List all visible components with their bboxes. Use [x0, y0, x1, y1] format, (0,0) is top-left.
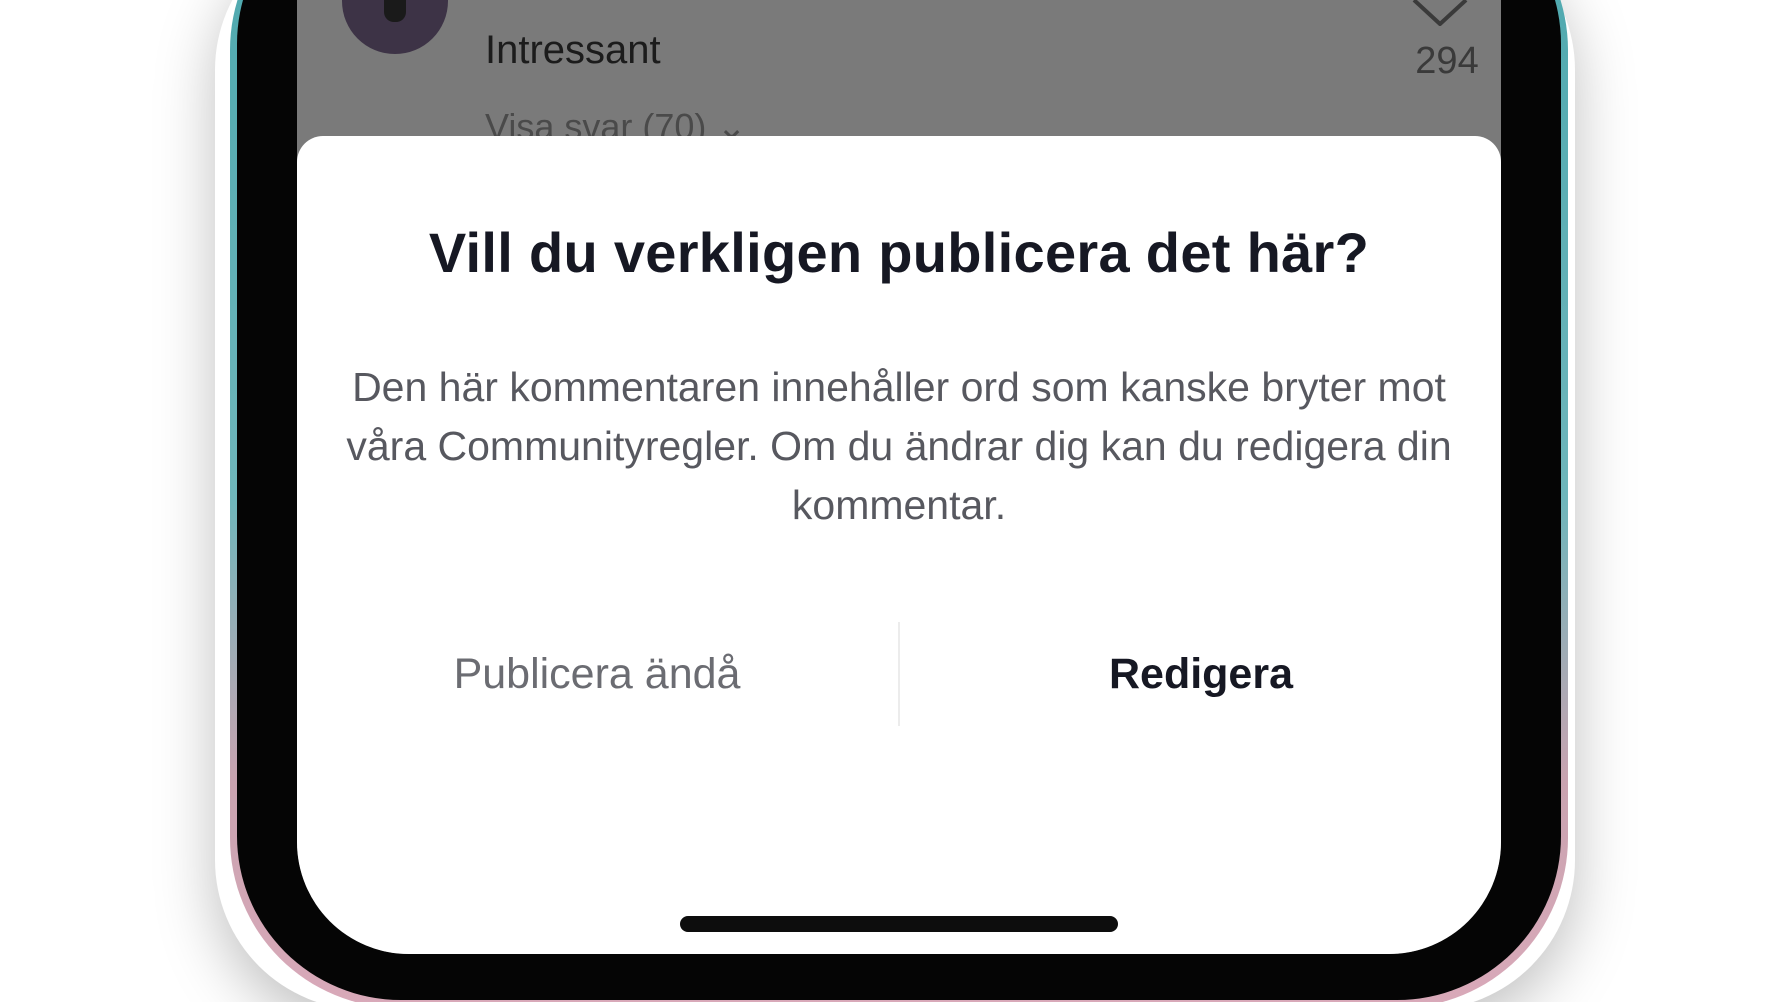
comment-text: Intressant — [485, 28, 661, 72]
heart-outline-icon[interactable] — [1410, 0, 1470, 26]
phone-screen: Intressant Visa svar (70) ⌄ 294 Vill du … — [297, 0, 1501, 954]
button-divider — [898, 622, 900, 726]
dialog-message: Den här kommentaren innehåller ord som k… — [346, 364, 1452, 528]
home-indicator[interactable] — [680, 916, 1118, 932]
publish-confirmation-dialog: Vill du verkligen publicera det här? Den… — [297, 136, 1501, 954]
commenter-avatar — [342, 0, 448, 54]
screenshot-stage: Intressant Visa svar (70) ⌄ 294 Vill du … — [0, 0, 1782, 1002]
dialog-title: Vill du verkligen publicera det här? — [428, 221, 1370, 284]
publish-anyway-button[interactable]: Publicera ändå — [297, 624, 897, 724]
like-count: 294 — [1415, 40, 1479, 82]
edit-comment-button[interactable]: Redigera — [901, 624, 1501, 724]
